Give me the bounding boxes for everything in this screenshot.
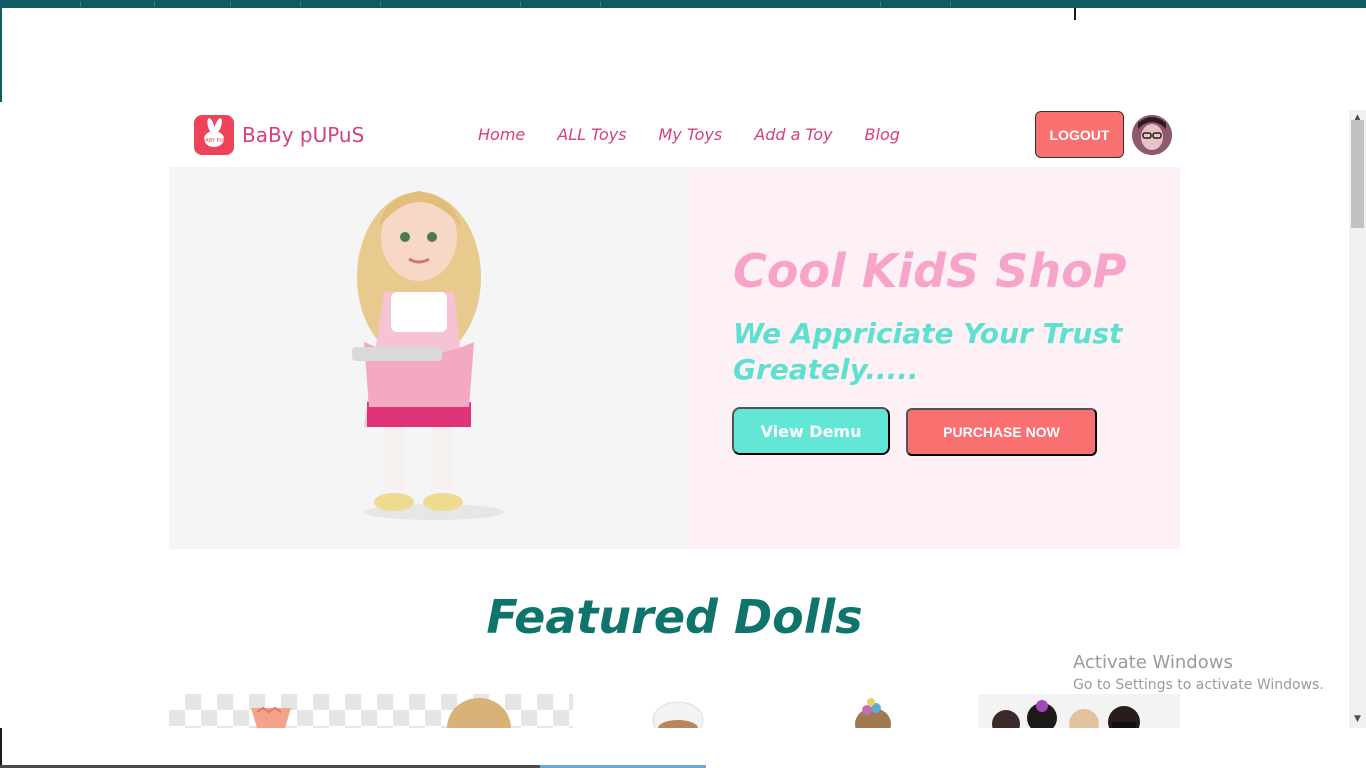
tab-divider — [880, 2, 881, 7]
doll-card-image[interactable] — [840, 694, 920, 728]
browser-top-bar — [0, 0, 1366, 8]
featured-dolls-title: Featured Dolls — [486, 590, 863, 644]
tab-divider — [80, 2, 81, 7]
tab-divider — [300, 2, 301, 7]
nav-all-toys[interactable]: ALL Toys — [557, 125, 626, 144]
doll-card-thumbnail — [992, 700, 1140, 728]
purchase-now-button[interactable]: PURCHASE NOW — [906, 408, 1097, 456]
window-marker — [1074, 8, 1076, 20]
logout-button[interactable]: LOGOUT — [1035, 111, 1124, 158]
svg-text:BABY PUP: BABY PUP — [202, 138, 226, 144]
main-nav: Home ALL Toys My Toys Add a Toy Blog — [478, 125, 932, 144]
activate-windows-subtitle: Go to Settings to activate Windows. — [1073, 677, 1324, 693]
hero-title: Cool KidS ShoP — [733, 244, 1127, 298]
tab-divider — [230, 2, 231, 7]
nav-home[interactable]: Home — [478, 125, 525, 144]
window-edge — [0, 8, 2, 102]
window-edge — [0, 728, 2, 768]
bunny-logo-svg: BABY PUP — [202, 118, 226, 147]
avatar-image — [1132, 115, 1172, 155]
tab-divider — [520, 2, 521, 7]
bunny-logo-icon[interactable]: BABY PUP — [194, 115, 234, 155]
nav-my-toys[interactable]: My Toys — [659, 125, 723, 144]
doll-card-image[interactable] — [640, 694, 720, 728]
scroll-down-icon[interactable]: ▼ — [1349, 711, 1366, 728]
scroll-thumb[interactable] — [1351, 120, 1364, 228]
view-demo-button[interactable]: View Demu — [732, 407, 890, 455]
doll-card-image[interactable] — [169, 694, 573, 728]
activate-windows-title: Activate Windows — [1073, 652, 1233, 673]
doll-card-thumbnail — [251, 698, 511, 728]
brand-name[interactable]: BaBy pUPuS — [242, 123, 364, 147]
nav-blog[interactable]: Blog — [865, 125, 900, 144]
page-scrollbar[interactable]: ▲ ▼ — [1349, 110, 1366, 728]
nav-add-toy[interactable]: Add a Toy — [754, 125, 832, 144]
tab-divider — [154, 2, 155, 7]
user-avatar[interactable] — [1132, 115, 1172, 155]
tab-divider — [380, 2, 381, 7]
doll-card-thumbnail — [855, 698, 891, 728]
doll-card-thumbnail — [652, 701, 704, 728]
hero-image-panel — [169, 167, 686, 549]
doll-image — [352, 191, 504, 520]
doll-card-image[interactable] — [978, 694, 1180, 728]
tab-divider — [950, 2, 951, 7]
hero-subtitle: We Appriciate Your Trust Greately..... — [733, 317, 1123, 386]
bottom-area — [0, 728, 1366, 768]
tab-divider — [600, 2, 601, 7]
